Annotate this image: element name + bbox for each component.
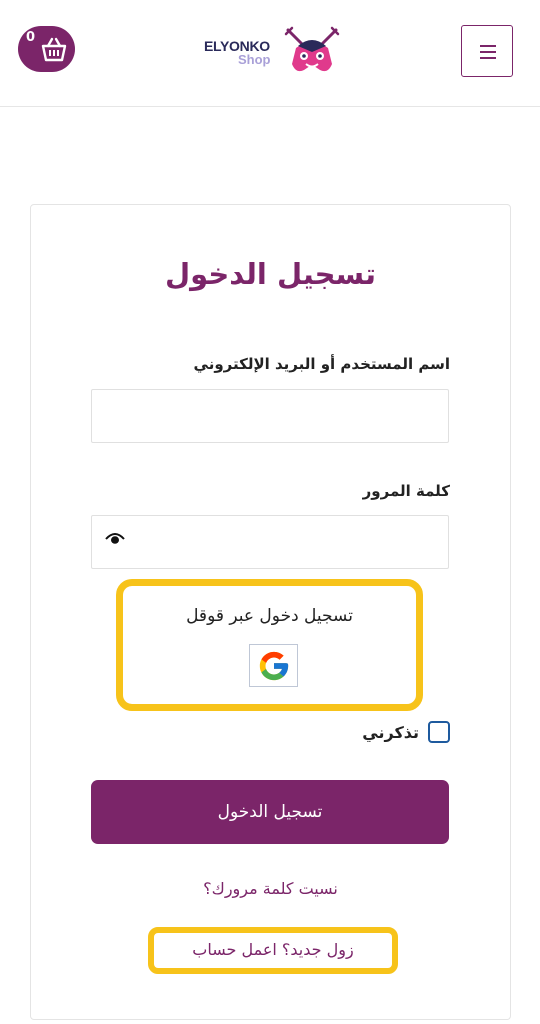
basket-icon <box>41 37 67 62</box>
password-label: كلمة المرور <box>362 482 450 500</box>
cart-button[interactable]: 0 <box>18 26 75 72</box>
google-login-highlight: تسجيل دخول عبر قوقل <box>116 579 423 711</box>
eye-icon[interactable] <box>105 531 125 545</box>
login-button[interactable]: تسجيل الدخول <box>91 780 449 844</box>
logo-subtext: Shop <box>238 52 271 67</box>
google-login-button[interactable] <box>249 644 298 687</box>
signup-highlight: زول جديد؟ اعمل حساب <box>148 927 398 974</box>
page-title: تسجيل الدخول <box>165 257 376 291</box>
password-input[interactable] <box>91 515 449 569</box>
menu-icon <box>480 45 496 47</box>
site-header: 0 ELYONKO Shop <box>0 0 540 107</box>
signup-link[interactable]: زول جديد؟ اعمل حساب <box>154 940 392 959</box>
remember-checkbox[interactable] <box>428 721 450 743</box>
username-label: اسم المستخدم أو البريد الإلكتروني <box>193 355 450 373</box>
cart-count: 0 <box>26 30 36 45</box>
google-login-label: تسجيل دخول عبر قوقل <box>186 606 353 626</box>
site-logo[interactable]: ELYONKO Shop <box>198 24 343 80</box>
forgot-password-link[interactable]: نسيت كلمة مرورك؟ <box>31 879 510 898</box>
remember-label: تذكرني <box>362 722 419 742</box>
login-card: تسجيل الدخول اسم المستخدم أو البريد الإل… <box>30 204 511 1020</box>
menu-button[interactable] <box>461 25 513 77</box>
gamepad-mascot-icon <box>284 26 340 72</box>
google-icon <box>259 651 289 681</box>
username-input[interactable] <box>91 389 449 443</box>
remember-me[interactable]: تذكرني <box>362 720 450 744</box>
